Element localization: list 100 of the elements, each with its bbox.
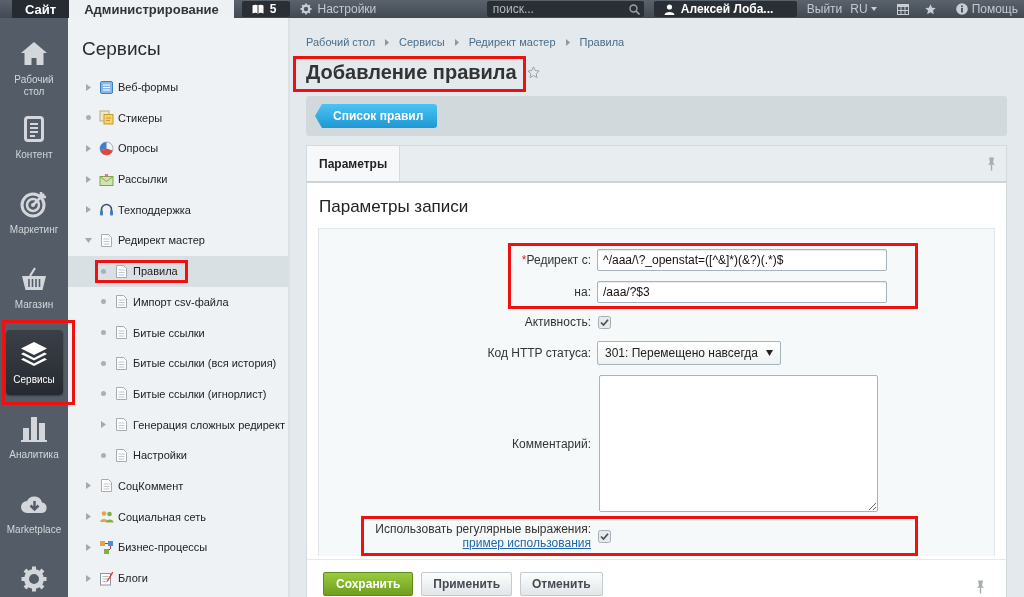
breadcrumb-link[interactable]: Рабочий стол [306,36,376,48]
section-heading: Параметры записи [318,196,470,218]
page-icon [114,417,129,433]
caret-right-icon[interactable] [85,543,91,551]
example-link[interactable]: пример использования [462,536,591,550]
bullet-icon [100,330,106,336]
page-icon [114,447,129,463]
tree-item[interactable]: Битые ссылки [68,317,288,348]
search-icon[interactable] [628,3,640,15]
nav-item[interactable]: Marketplace [0,480,68,555]
tree-item[interactable]: Настройки [68,439,288,471]
caret-right-icon[interactable] [85,513,91,521]
caret-down-icon [870,7,877,11]
breadcrumb-arrow-icon [454,38,459,46]
caret-right-icon[interactable] [85,83,91,91]
caret-right-icon[interactable] [100,421,106,429]
star-icon[interactable] [924,3,936,15]
tree-item[interactable]: Веб-формы [68,71,288,103]
caret-right-icon[interactable] [85,144,91,152]
nav-item[interactable]: Контент [0,105,68,180]
field-label: Код HTTP статуса: [487,346,591,360]
breadcrumb-link[interactable]: Редирект мастер [468,36,556,48]
bar-chart-icon [20,415,48,443]
target-icon [20,190,48,218]
tree-item[interactable]: Опросы [68,133,288,164]
notepad-pen-icon [99,570,114,586]
pin-icon[interactable] [975,580,986,594]
nav-item[interactable]: Сервисы [5,330,63,395]
tree-item[interactable]: Блоги [68,562,288,594]
checkbox[interactable] [598,529,611,543]
page-icon [114,263,129,279]
nav-item[interactable]: Рабочий стол [0,30,68,105]
settings-link[interactable]: Настройки [300,2,377,16]
bullet-icon [100,299,106,305]
dropdown[interactable]: 301: Перемещено навсегда [597,341,782,365]
field-label: Активность: [524,315,591,329]
nav-item[interactable]: Магазин [0,255,68,330]
basket-icon [20,265,48,293]
tree-item[interactable]: Битые ссылки (вся история) [68,347,288,379]
people-icon [99,509,114,525]
tree-item[interactable]: Битые ссылки (игнорлист) [68,378,288,410]
action-button[interactable]: Применить [421,572,513,596]
pin-icon[interactable] [986,156,997,171]
nav-item[interactable]: Аналитика [0,405,68,480]
caret-right-icon[interactable] [85,574,91,582]
help-link[interactable]: Помощь [955,2,1018,16]
page-icon [114,294,129,310]
settings-icon [300,3,313,15]
breadcrumb-arrow-icon [385,38,390,46]
breadcrumb-link[interactable]: Правила [579,36,625,48]
caret-down-icon [766,350,774,356]
tree-item[interactable]: СоцКоммент [68,470,288,502]
tree-item[interactable]: Генерация сложных редирект [68,409,288,440]
field-label: Комментарий: [512,436,591,451]
text-field[interactable]: ^/aaa/\?_openstat=([^&]*)(&?)(.*)$ [597,249,887,271]
user-button[interactable]: Алексей Лоба... [653,1,797,17]
tree-item[interactable]: Бизнес-процессы [68,532,288,563]
grid-icon[interactable] [896,3,909,15]
caret-right-icon[interactable] [85,482,91,490]
field-label: на: [574,285,591,299]
language-menu[interactable]: RU [850,2,877,16]
tree-item[interactable]: Редирект мастер [68,225,288,256]
pie-chart-icon [99,140,114,156]
sticky-note-icon [99,110,114,126]
tree-item[interactable]: Рассылки [68,163,288,195]
breadcrumb-arrow-icon [565,38,570,46]
tree-item[interactable]: Социальная сеть [68,501,288,532]
search-field[interactable]: поиск... [486,1,644,17]
caret-down-icon[interactable] [84,237,92,243]
nav-item[interactable]: Маркетинг [0,180,68,255]
page-icon [114,355,129,371]
text-field[interactable]: /aaa/?$3 [597,281,887,303]
top-tab[interactable]: Администрирование [69,0,234,18]
bullet-icon [85,115,91,121]
breadcrumb-link[interactable]: Сервисы [399,36,445,48]
star-icon[interactable] [526,65,540,79]
tab[interactable]: Параметры [307,146,401,181]
comment-field[interactable] [599,375,878,512]
field-label: *Редирект с: [521,253,591,267]
tree-item[interactable]: Техподдержка [68,194,288,226]
book-icon [251,3,264,15]
logout-link[interactable]: Выйти [806,2,843,16]
bullet-icon [100,360,106,366]
checkbox[interactable] [598,315,611,329]
tree-item[interactable]: Правила [68,255,288,287]
tree-item[interactable]: Стикеры [68,102,288,134]
headset-icon [99,202,114,218]
bullet-icon [100,268,106,274]
flowchart-icon [99,539,114,555]
tree-item[interactable]: Импорт csv-файла [68,286,288,318]
action-button[interactable]: Отменить [520,572,603,596]
user-icon [663,3,675,15]
caret-right-icon[interactable] [85,206,91,214]
settings-icon [20,565,48,593]
top-tab[interactable]: Сайт [12,0,70,18]
panel-title: Сервисы [81,37,162,61]
field-label: Использовать регулярные выражения: [375,522,591,536]
caret-right-icon[interactable] [85,175,91,183]
page-icon [99,232,114,248]
notification-button[interactable]: 5 [241,1,291,17]
